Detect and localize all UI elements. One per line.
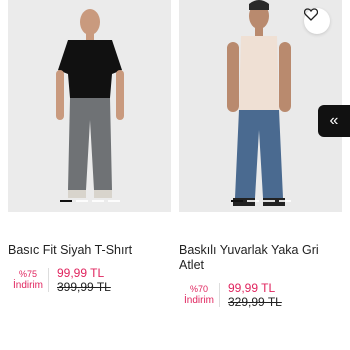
prices-2: 99,99 TL 329,99 TL	[228, 281, 282, 309]
sale-price: 99,99 TL	[57, 266, 105, 280]
model-black-tshirt-illustration	[8, 0, 171, 212]
sale-price: 99,99 TL	[228, 281, 276, 295]
product-card-2[interactable]: Baskılı Yuvarlak Yaka Gri Atlet %70 İndi…	[179, 0, 342, 309]
price-block-1: %75 İndirim 99,99 TL 399,99 TL	[8, 266, 171, 294]
carousel-dot[interactable]	[75, 200, 88, 202]
carousel-dot[interactable]	[278, 200, 291, 202]
original-price: 329,99 TL	[228, 295, 282, 309]
carousel-indicator-1	[59, 200, 120, 202]
carousel-dot[interactable]	[262, 200, 275, 202]
carousel-dot[interactable]	[107, 200, 120, 202]
carousel-dot[interactable]	[246, 200, 259, 202]
carousel-dot[interactable]	[59, 200, 72, 202]
double-chevron-left-icon: «	[329, 112, 339, 129]
discount-percent: %75	[18, 269, 37, 279]
carousel-dot[interactable]	[230, 200, 243, 202]
price-divider	[48, 268, 49, 292]
price-block-2: %70 İndirim 99,99 TL 329,99 TL	[179, 281, 342, 309]
discount-label: İndirim	[12, 280, 43, 291]
product-card-1[interactable]: Basıc Fit Siyah T-Shırt %75 İndirim 99,9…	[8, 0, 171, 294]
discount-badge-1: %75 İndirim	[8, 266, 48, 294]
favorite-button[interactable]	[304, 8, 330, 34]
discount-percent: %70	[189, 284, 208, 294]
original-price: 399,99 TL	[57, 280, 111, 294]
discount-label: İndirim	[183, 295, 214, 306]
product-title-1[interactable]: Basıc Fit Siyah T-Shırt	[8, 243, 171, 258]
product-image-1[interactable]	[8, 0, 171, 212]
heart-outline-icon	[304, 8, 318, 21]
discount-badge-2: %70 İndirim	[179, 281, 219, 309]
product-image-2[interactable]	[179, 0, 342, 212]
price-divider	[219, 283, 220, 307]
carousel-dot[interactable]	[91, 200, 104, 202]
side-panel-toggle[interactable]: «	[318, 105, 350, 137]
product-title-2[interactable]: Baskılı Yuvarlak Yaka Gri Atlet	[179, 243, 342, 273]
prices-1: 99,99 TL 399,99 TL	[57, 266, 111, 294]
carousel-indicator-2	[230, 200, 291, 202]
